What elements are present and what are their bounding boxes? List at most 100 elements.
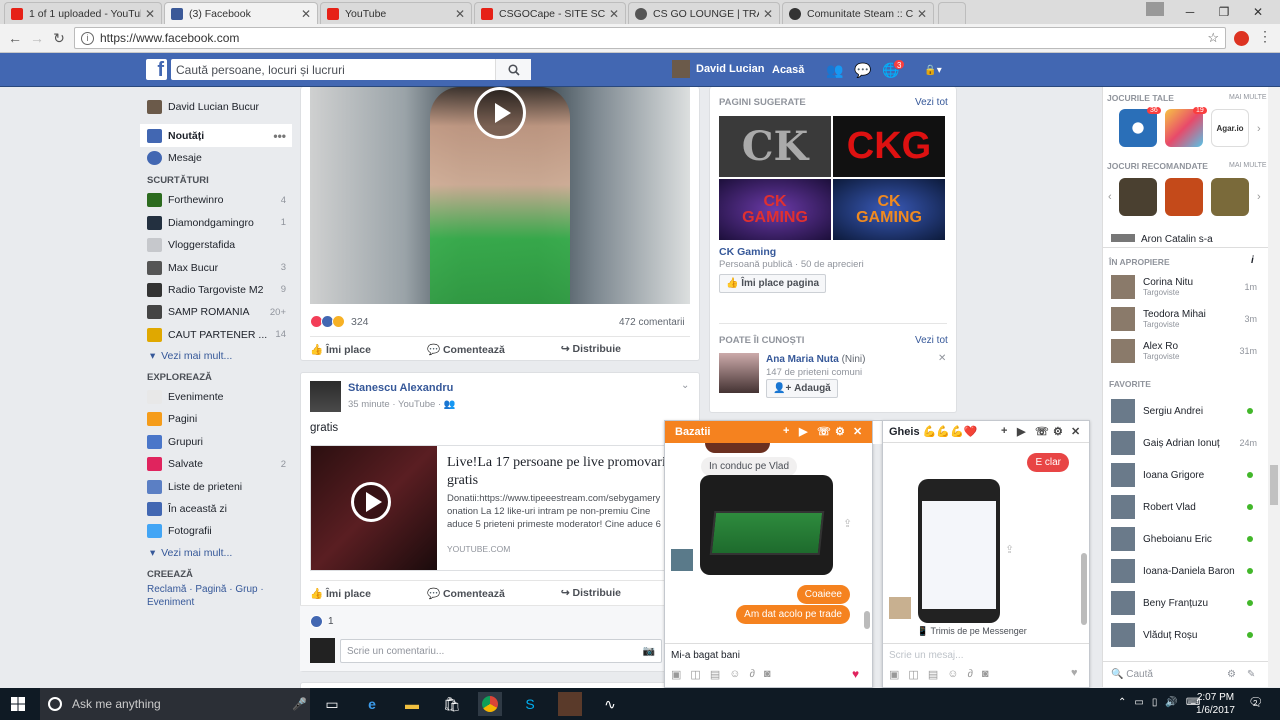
file-explorer-icon[interactable]: ▬: [400, 692, 424, 716]
share-button[interactable]: ↪ Distribuie: [561, 343, 649, 356]
camera-icon[interactable]: ◙: [982, 668, 989, 681]
forward-icon[interactable]: →: [28, 29, 46, 47]
chat-header[interactable]: Bazatii + ▶ ☏ ⚙ ✕: [665, 421, 872, 443]
likes-summary[interactable]: 1: [310, 615, 334, 628]
contact-item[interactable]: Corina Nitu Targoviste 1m: [1111, 275, 1261, 299]
more-options-icon[interactable]: •••: [273, 129, 286, 143]
close-icon[interactable]: ✕: [917, 7, 927, 21]
nav-item[interactable]: Pagini: [140, 408, 292, 430]
close-icon[interactable]: ✕: [301, 7, 311, 21]
contact-item[interactable]: Alex Ro Targoviste 31m: [1111, 339, 1261, 363]
see-all-link[interactable]: Vezi tot: [915, 335, 948, 346]
profile-icon[interactable]: [1146, 2, 1164, 16]
game-agario-icon[interactable]: Agar.io: [1211, 109, 1249, 147]
cortana-search[interactable]: Ask me anything 🎤: [40, 688, 310, 720]
nav-item[interactable]: Max Bucur 3: [140, 256, 292, 278]
share-icon[interactable]: ⇪: [843, 517, 852, 530]
nav-item[interactable]: Fotografii: [140, 520, 292, 542]
author-avatar[interactable]: [310, 381, 341, 412]
contact-item[interactable]: Ioana Grigore: [1111, 463, 1261, 487]
see-all-link[interactable]: Vezi tot: [915, 97, 948, 108]
search-input[interactable]: Caută persoane, locuri și lucruri: [171, 59, 531, 80]
contact-item[interactable]: Teodora Mihai Targoviste 3m: [1111, 307, 1261, 331]
add-friend-button[interactable]: 👤+ Adaugă: [766, 379, 838, 398]
windows-start-icon[interactable]: [6, 692, 30, 716]
comment-button[interactable]: 💬 Comentează: [427, 587, 533, 600]
nav-item[interactable]: În această zi: [140, 498, 292, 520]
like-page-button[interactable]: 👍 Îmi place pagina: [719, 274, 827, 293]
browser-tab[interactable]: Comunitate Steam :: Cine✕: [782, 2, 934, 24]
nav-item[interactable]: Forthewinro 4: [140, 189, 292, 211]
close-window-icon[interactable]: ✕: [1238, 0, 1278, 24]
gif-icon[interactable]: ▤: [710, 668, 720, 681]
see-more-link[interactable]: ▾ Vezi mai mult...: [140, 543, 292, 563]
comment-input[interactable]: Scrie un comentariu... 📷: [340, 639, 662, 663]
clock[interactable]: 2:07 PM 1/6/2017: [1196, 691, 1235, 717]
attach-icon[interactable]: ∂: [967, 668, 972, 681]
volume-icon[interactable]: 🔊: [1165, 697, 1177, 708]
emoji-reaction-icon[interactable]: ♥: [1071, 667, 1078, 679]
chat-search-input[interactable]: 🔍 Caută ⚙ ✎: [1103, 661, 1269, 687]
skype-icon[interactable]: S: [518, 692, 542, 716]
info-icon[interactable]: i: [81, 31, 94, 45]
scrollbar-thumb[interactable]: [1270, 465, 1278, 505]
browser-tab[interactable]: CSGOCape - SITE SCAM✕: [474, 2, 626, 24]
phone-icon[interactable]: ☏: [1035, 425, 1049, 438]
phone-icon[interactable]: ☏: [817, 425, 831, 438]
post-author[interactable]: Stanescu Alexandru: [348, 382, 453, 394]
close-icon[interactable]: ✕: [455, 7, 465, 21]
settings-icon[interactable]: ⚙: [1053, 425, 1063, 438]
nav-item[interactable]: Grupuri: [140, 431, 292, 453]
nav-item[interactable]: Vloggerstafida: [140, 234, 292, 256]
emoji-reaction-icon[interactable]: ♥: [852, 667, 859, 681]
person-name[interactable]: Ana Maria Nuta (Nini): [766, 354, 865, 365]
message-input[interactable]: Mi-a bagat bani: [671, 650, 740, 661]
browser-tab[interactable]: 1 of 1 uploaded - YouTube ✕: [4, 2, 162, 24]
browser-tab-active[interactable]: (3) Facebook ✕: [164, 2, 318, 24]
close-icon[interactable]: ✕: [145, 7, 155, 21]
camera-icon[interactable]: 📷: [643, 646, 655, 657]
compose-icon[interactable]: ✎: [1247, 669, 1255, 680]
nav-item[interactable]: CAUT PARTENER ... 14: [140, 324, 292, 346]
sticker-icon[interactable]: ◫: [908, 668, 918, 681]
message-input[interactable]: Scrie un mesaj...: [889, 650, 963, 661]
like-button[interactable]: 👍 Îmi place: [310, 587, 399, 600]
scrollbar-thumb[interactable]: [1081, 553, 1087, 625]
home-link[interactable]: Acasă: [772, 64, 804, 76]
reload-icon[interactable]: ↻: [50, 29, 68, 47]
contact-item[interactable]: Beny Franțuzu: [1111, 591, 1261, 615]
settings-icon[interactable]: ⚙: [1227, 669, 1236, 680]
battery-icon[interactable]: ▯: [1152, 697, 1158, 708]
emoji-icon[interactable]: ☺: [947, 668, 958, 681]
search-icon[interactable]: [495, 59, 531, 80]
video-call-icon[interactable]: ▶: [1017, 425, 1025, 438]
recommended-game-icon[interactable]: [1211, 178, 1249, 216]
browser-tab[interactable]: CS GO LOUNGE | TRADI✕: [628, 2, 780, 24]
chat-header[interactable]: Gheis 💪💪💪❤️ + ▶ ☏ ⚙ ✕: [883, 421, 1089, 443]
close-icon[interactable]: ✕: [609, 7, 619, 21]
app-icon[interactable]: ∿: [598, 692, 622, 716]
play-icon[interactable]: [351, 482, 391, 522]
nav-item[interactable]: Liste de prieteni: [140, 475, 292, 497]
new-tab-button[interactable]: [938, 2, 966, 24]
nav-item[interactable]: Salvate 2: [140, 453, 292, 475]
contact-item[interactable]: Gheboianu Eric: [1111, 527, 1261, 551]
add-person-icon[interactable]: +: [1001, 425, 1007, 437]
recommended-game-icon[interactable]: [1119, 178, 1157, 216]
like-button[interactable]: 👍 Îmi place: [310, 343, 399, 356]
contact-item[interactable]: Gaiș Adrian Ionuț 24m: [1111, 431, 1261, 455]
link-preview[interactable]: Live!La 17 persoane pe live promovari gr…: [310, 445, 690, 571]
recommended-game-icon[interactable]: [1165, 178, 1203, 216]
emoji-icon[interactable]: ☺: [729, 668, 740, 681]
sticker-icon[interactable]: ◫: [690, 668, 700, 681]
close-icon[interactable]: ✕: [853, 425, 862, 438]
page-name[interactable]: CK Gaming: [719, 246, 776, 258]
play-icon[interactable]: [474, 87, 526, 139]
profile-link[interactable]: David Lucian Bucur: [140, 96, 292, 118]
menu-icon[interactable]: ⋮: [1258, 28, 1272, 45]
adblock-icon[interactable]: [1234, 31, 1249, 46]
contact-item[interactable]: Vlăduț Roșu: [1111, 623, 1261, 647]
more-link[interactable]: MAI MULTE: [1229, 162, 1267, 169]
ticker-item[interactable]: Aron Catalin s-a: [1111, 234, 1213, 245]
close-icon[interactable]: ✕: [763, 7, 773, 21]
